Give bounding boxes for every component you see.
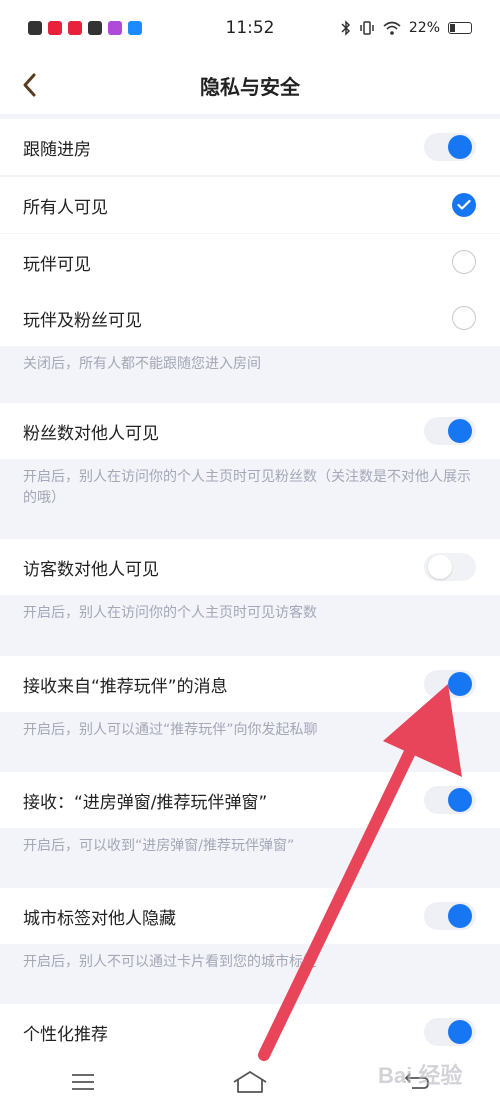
nav-bar: 隐私与安全 [0, 56, 500, 114]
follow-room-description: 关闭后，所有人都不能跟随您进入房间 [0, 346, 500, 400]
system-icons: 22% [341, 20, 472, 36]
city-tag-toggle[interactable] [424, 902, 476, 930]
setting-label: 粉丝数对他人可见 [23, 423, 159, 444]
recommend-messages-description: 开启后，别人可以通过“推荐玩伴”向你发起私聊 [0, 712, 500, 768]
option-playmates-fans[interactable]: 玩伴及粉丝可见 [0, 290, 500, 346]
setting-label: 接收：“进房弹窗/推荐玩伴弹窗” [23, 792, 268, 813]
fans-visible-toggle[interactable] [424, 417, 476, 445]
chevron-left-icon [23, 73, 36, 97]
option-everyone[interactable]: 所有人可见 [0, 177, 500, 233]
setting-recommend-messages: 接收来自“推荐玩伴”的消息 [0, 656, 500, 712]
menu-button[interactable] [63, 1067, 103, 1097]
vibrate-icon [360, 21, 374, 35]
back-button[interactable] [16, 70, 46, 100]
app-notification-icon [48, 21, 62, 35]
setting-label: 城市标签对他人隐藏 [23, 908, 176, 929]
setting-label: 跟随进房 [23, 139, 91, 160]
setting-visitors-visible: 访客数对他人可见 [0, 539, 500, 595]
setting-label: 接收来自“推荐玩伴”的消息 [23, 676, 228, 697]
app-notification-icon [128, 21, 142, 35]
setting-label: 访客数对他人可见 [23, 559, 159, 580]
popup-description: 开启后，可以收到“进房弹窗/推荐玩伴弹窗” [0, 828, 500, 884]
home-button[interactable] [230, 1067, 270, 1097]
page-title: 隐私与安全 [200, 74, 300, 99]
option-playmates[interactable]: 玩伴可见 [0, 234, 500, 290]
follow-room-toggle[interactable] [424, 133, 476, 161]
battery-percent: 22% [408, 20, 440, 36]
status-bar: 11:52 22% [0, 0, 500, 56]
fans-visible-description: 开启后，别人在访问你的个人主页时可见粉丝数（关注数是不对他人展示的哦） [0, 459, 500, 535]
setting-personalized: 个性化推荐 [0, 1004, 500, 1060]
visitors-visible-toggle[interactable] [424, 553, 476, 581]
setting-popup: 接收：“进房弹窗/推荐玩伴弹窗” [0, 772, 500, 828]
radio-unchecked-icon[interactable] [452, 306, 476, 330]
popup-toggle[interactable] [424, 786, 476, 814]
visitors-visible-description: 开启后，别人在访问你的个人主页时可见访客数 [0, 595, 500, 653]
menu-icon [72, 1074, 95, 1090]
checkmark-icon[interactable] [452, 193, 476, 217]
app-notification-icon [108, 21, 122, 35]
setting-fans-visible: 粉丝数对他人可见 [0, 403, 500, 459]
setting-label: 个性化推荐 [23, 1024, 108, 1045]
option-label: 玩伴及粉丝可见 [23, 310, 142, 331]
app-notification-icon [88, 21, 102, 35]
bluetooth-icon [341, 20, 350, 36]
home-icon [233, 1071, 267, 1093]
radio-unchecked-icon[interactable] [452, 250, 476, 274]
setting-city-tag: 城市标签对他人隐藏 [0, 888, 500, 944]
recommend-messages-toggle[interactable] [424, 670, 476, 698]
personalized-toggle[interactable] [424, 1018, 476, 1046]
app-notification-icon [68, 21, 82, 35]
battery-icon [448, 22, 472, 34]
wifi-icon [383, 21, 401, 35]
option-label: 玩伴可见 [23, 254, 91, 275]
setting-follow-room: 跟随进房 [0, 119, 500, 175]
app-notification-icon [28, 21, 42, 35]
watermark: Bai 经验 [378, 1063, 463, 1088]
option-label: 所有人可见 [23, 197, 108, 218]
notification-icons [28, 21, 142, 35]
city-tag-description: 开启后，别人不可以通过卡片看到您的城市标签 [0, 944, 500, 1000]
